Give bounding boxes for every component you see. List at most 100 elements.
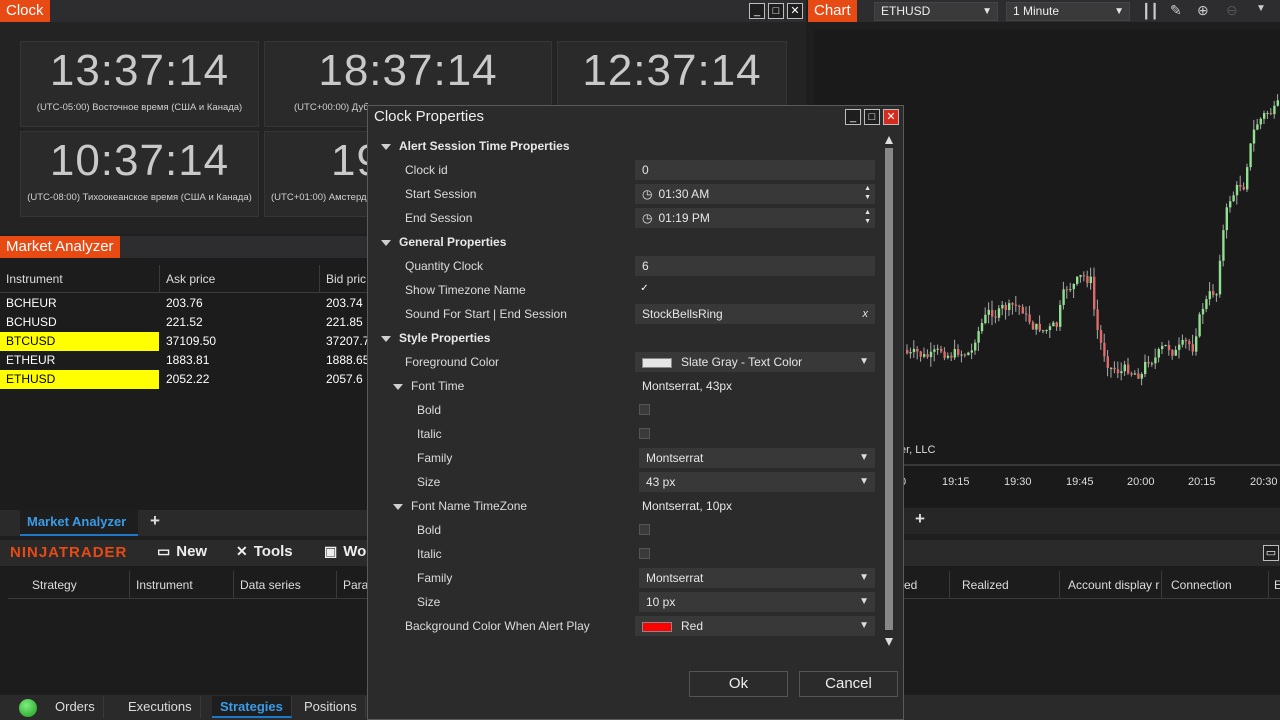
column-header-instrument[interactable]: Instrument (130, 571, 234, 599)
column-header-extra[interactable]: E (1268, 571, 1280, 599)
cancel-button[interactable]: Cancel (799, 671, 898, 697)
tab-market-analyzer[interactable]: Market Analyzer (20, 510, 138, 536)
time-tick: 19:45 (1066, 476, 1094, 488)
candle-body (940, 348, 943, 352)
property-row[interactable]: Font Time Montserrat, 43px (375, 374, 881, 398)
candle-body (1106, 356, 1109, 368)
minimize-icon[interactable]: _ (845, 109, 861, 125)
property-label: Clock id (405, 163, 448, 177)
checkbox[interactable]: ✓ (639, 284, 650, 295)
maximize-icon[interactable]: □ (864, 109, 880, 125)
tab-positions[interactable]: Positions (296, 696, 366, 718)
candle-body (1144, 361, 1147, 375)
candle-body (1191, 344, 1194, 352)
text-input[interactable]: 6 (635, 256, 875, 276)
connection-status-icon[interactable] (19, 699, 37, 717)
tools-menu[interactable]: ✕ Tools (236, 543, 293, 563)
candle-body (1222, 230, 1225, 261)
expand-triangle-icon[interactable] (393, 383, 403, 390)
column-header-unrealized[interactable]: ed (898, 571, 950, 599)
dropdown[interactable]: Red ▼ (635, 616, 875, 636)
candle-body (1062, 289, 1065, 305)
restore-icon[interactable]: ▭ (1263, 545, 1279, 561)
pencil-icon[interactable]: ✎ (1170, 2, 1188, 20)
candle-body (1164, 344, 1167, 346)
spinner-icon[interactable]: ▲ ▼ (864, 208, 871, 226)
candle-body (1229, 201, 1232, 208)
candle-body (946, 355, 950, 358)
scrollbar[interactable] (883, 134, 895, 648)
expand-triangle-icon[interactable] (393, 503, 403, 510)
candle-body (1167, 344, 1171, 351)
table-row[interactable]: ETHUSD 2052.22 2057.6 (0, 370, 380, 389)
column-header-strategy[interactable]: Strategy (8, 571, 130, 599)
candle-body (1174, 349, 1177, 356)
checkbox[interactable] (639, 428, 650, 439)
property-label: Alert Session Time Properties (399, 139, 570, 153)
text-input[interactable]: StockBellsRing x (635, 304, 875, 324)
column-header-ask[interactable]: Ask price (160, 265, 320, 293)
column-header-data-series[interactable]: Data series (234, 571, 337, 599)
time-input[interactable]: ◷ 01:30 AM ▲ ▼ (635, 184, 875, 204)
property-section[interactable]: General Properties (375, 230, 881, 254)
zoom-in-icon[interactable]: ⊕ (1197, 2, 1215, 20)
column-header-account-display[interactable]: Account display r (1062, 571, 1162, 599)
text-input[interactable]: 0 (635, 160, 875, 180)
candle-body (1099, 329, 1103, 343)
menu-label: Wo (343, 543, 367, 560)
dropdown[interactable]: Slate Gray - Text Color ▼ (635, 352, 875, 372)
chart-add-tab-button[interactable]: + (910, 510, 930, 530)
expand-triangle-icon[interactable] (381, 239, 391, 246)
tab-executions[interactable]: Executions (120, 696, 201, 718)
property-value: Montserrat (646, 451, 704, 465)
bars-icon[interactable]: ┃┃ (1142, 3, 1160, 19)
dropdown[interactable]: 10 px ▼ (639, 592, 875, 612)
scroll-down-icon[interactable] (885, 638, 893, 646)
column-header-instrument[interactable]: Instrument (0, 265, 160, 293)
dropdown[interactable]: Montserrat ▼ (639, 568, 875, 588)
property-value: 01:19 PM (658, 211, 710, 225)
property-section[interactable]: Alert Session Time Properties (375, 134, 881, 158)
time-input[interactable]: ◷ 01:19 PM ▲ ▼ (635, 208, 875, 228)
candle-body (970, 350, 973, 353)
chevron-down-icon[interactable]: ▼ (1256, 3, 1270, 19)
expand-triangle-icon[interactable] (381, 335, 391, 342)
scroll-up-icon[interactable] (885, 136, 893, 144)
tab-orders[interactable]: Orders (47, 696, 104, 718)
column-header-connection[interactable]: Connection (1165, 571, 1269, 599)
property-row[interactable]: Font Name TimeZone Montserrat, 10px (375, 494, 881, 518)
table-row[interactable]: BTCUSD 37109.50 37207.7 (0, 332, 380, 351)
expand-triangle-icon[interactable] (381, 143, 391, 150)
new-menu[interactable]: ▭ New (157, 543, 207, 563)
close-icon[interactable]: ✕ (883, 109, 899, 125)
zoom-out-icon[interactable]: ⊖ (1226, 2, 1244, 20)
dropdown[interactable]: Montserrat ▼ (639, 448, 875, 468)
table-row[interactable]: BCHEUR 203.76 203.74 (0, 294, 380, 313)
table-row[interactable]: ETHEUR 1883.81 1888.65 (0, 351, 380, 370)
close-icon[interactable]: ✕ (787, 3, 803, 19)
clock-cell: 13:37:14 (UTC-05:00) Восточное время (СШ… (20, 41, 259, 127)
table-row[interactable]: BCHUSD 221.52 221.85 (0, 313, 380, 332)
interval-select[interactable]: 1 Minute ▼ (1006, 2, 1130, 21)
clear-icon[interactable]: x (863, 304, 869, 324)
maximize-icon[interactable]: □ (768, 3, 784, 19)
candle-body (963, 354, 967, 356)
checkbox[interactable] (639, 548, 650, 559)
spinner-icon[interactable]: ▲ ▼ (864, 184, 871, 202)
ok-button[interactable]: Ok (689, 671, 788, 697)
candle-body (1140, 374, 1143, 379)
scroll-thumb[interactable] (885, 148, 893, 630)
tab-strategies[interactable]: Strategies (212, 696, 292, 718)
column-header-realized[interactable]: Realized (956, 571, 1060, 599)
interval-value: 1 Minute (1013, 4, 1060, 18)
dropdown[interactable]: 43 px ▼ (639, 472, 875, 492)
workspaces-menu[interactable]: ▣ Wo (324, 543, 366, 563)
property-row: Bold (375, 518, 881, 542)
checkbox[interactable] (639, 524, 650, 535)
instrument-select[interactable]: ETHUSD ▼ (874, 2, 998, 21)
minimize-icon[interactable]: _ (749, 3, 765, 19)
checkbox[interactable] (639, 404, 650, 415)
property-row: Show Timezone Name ✓ (375, 278, 881, 302)
property-section[interactable]: Style Properties (375, 326, 881, 350)
add-tab-button[interactable]: + (145, 512, 165, 532)
